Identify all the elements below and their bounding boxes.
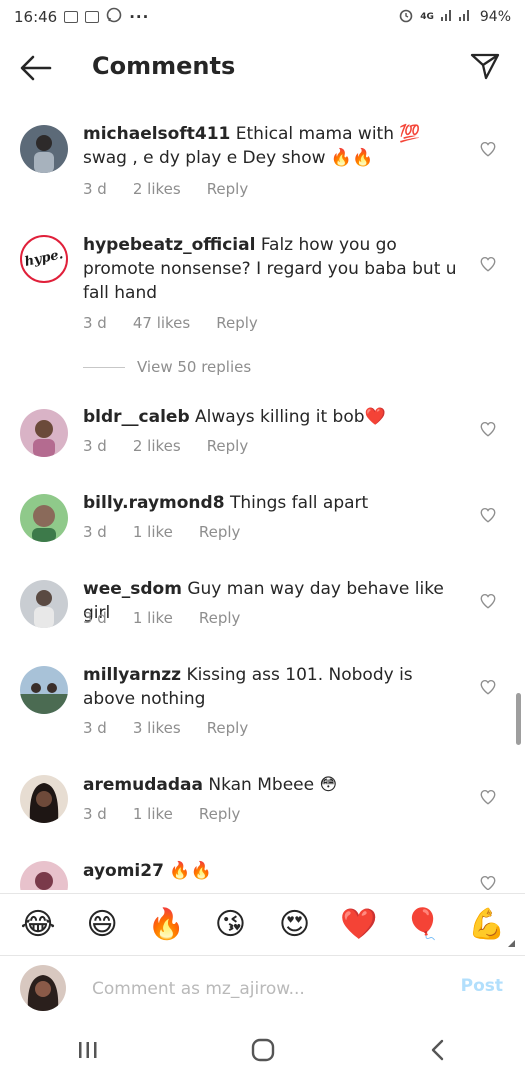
comment-text: Things fall apart xyxy=(229,493,369,513)
view-replies-link[interactable]: View 50 replies xyxy=(83,358,251,376)
status-bar: 16:46 ··· 4G 94% xyxy=(0,0,525,34)
comment-likes[interactable]: 1 like xyxy=(133,523,173,541)
comment-time: 3 d xyxy=(83,437,107,455)
comment-time: 3 d xyxy=(83,609,107,627)
corner-indicator-icon xyxy=(508,940,515,947)
comment-username[interactable]: millyarnzz xyxy=(83,665,181,685)
back-arrow-icon xyxy=(20,55,52,81)
emoji-heart-eyes[interactable]: 😍 xyxy=(275,907,315,942)
scrollbar[interactable] xyxy=(516,693,521,745)
battery-level: 94% xyxy=(479,9,511,25)
emoji-grinning[interactable]: 😄 xyxy=(82,907,122,942)
emoji-fire[interactable]: 🔥 xyxy=(146,907,186,942)
comment-username[interactable]: ayomi27 xyxy=(83,861,164,881)
network-type: 4G xyxy=(420,12,434,22)
like-heart-icon[interactable] xyxy=(479,140,497,158)
comment-username[interactable]: wee_sdom xyxy=(83,579,182,599)
like-heart-icon[interactable] xyxy=(479,255,497,273)
comment-likes[interactable]: 3 likes xyxy=(133,719,181,737)
emoji-kiss[interactable]: 😘 xyxy=(210,907,250,942)
view-replies-label: View 50 replies xyxy=(137,358,252,376)
avatar[interactable] xyxy=(20,666,68,714)
comment-username[interactable]: hypebeatz_official xyxy=(83,235,255,255)
alarm-icon xyxy=(398,7,414,27)
comment-time: 3 d xyxy=(83,180,107,198)
whatsapp-notification-icon xyxy=(106,7,122,27)
home-button[interactable] xyxy=(243,1030,283,1070)
reply-button[interactable]: Reply xyxy=(207,180,249,198)
recent-apps-button[interactable] xyxy=(68,1030,108,1070)
emoji-laughing-tears[interactable]: 😂 xyxy=(18,907,58,942)
comment-input[interactable] xyxy=(92,976,422,1002)
like-heart-icon[interactable] xyxy=(479,420,497,438)
system-navigation-bar xyxy=(0,1020,525,1080)
image-notification-icon xyxy=(85,11,100,23)
reply-button[interactable]: Reply xyxy=(199,609,241,627)
reply-button[interactable]: Reply xyxy=(207,437,249,455)
comment-likes[interactable]: 2 likes xyxy=(133,180,181,198)
like-heart-icon[interactable] xyxy=(479,506,497,524)
comment-username[interactable]: michaelsoft411 xyxy=(83,124,230,144)
comment-time: 3 d xyxy=(83,719,107,737)
header: Comments xyxy=(0,34,525,104)
like-heart-icon[interactable] xyxy=(479,592,497,610)
comment-composer: Post xyxy=(0,955,525,1020)
reply-button[interactable]: Reply xyxy=(199,805,241,823)
home-icon xyxy=(251,1038,274,1062)
reply-button[interactable]: Reply xyxy=(199,523,241,541)
current-user-avatar xyxy=(20,965,66,1011)
like-heart-icon[interactable] xyxy=(479,874,497,890)
avatar[interactable] xyxy=(20,861,68,890)
comment-time: 3 d xyxy=(83,523,107,541)
comment-text: Nkan Mbeee 😳 xyxy=(208,775,338,795)
back-nav-button[interactable] xyxy=(418,1030,458,1070)
emoji-balloon[interactable]: 🎈 xyxy=(403,907,443,942)
post-button[interactable]: Post xyxy=(461,976,503,996)
comments-list[interactable]: michaelsoft411 Ethical mama with 💯 swag … xyxy=(0,108,525,890)
like-heart-icon[interactable] xyxy=(479,788,497,806)
send-icon xyxy=(470,53,500,80)
status-time: 16:46 xyxy=(14,8,58,26)
gallery-notification-icon xyxy=(64,11,79,23)
hype-logo: hype. xyxy=(23,247,65,270)
quick-emoji-bar: 😂 😄 🔥 😘 😍 ❤️ 🎈 💪 xyxy=(0,893,525,955)
avatar[interactable]: hype. xyxy=(20,235,68,283)
comment-text: Always killing it bob❤️ xyxy=(195,407,386,427)
avatar[interactable] xyxy=(20,125,68,173)
recent-apps-icon xyxy=(78,1042,96,1058)
comment-time: 3 d xyxy=(83,314,107,332)
emoji-flexed-bicep[interactable]: 💪 xyxy=(467,907,507,942)
comment-text: 🔥🔥 xyxy=(169,861,212,881)
comment-username[interactable]: aremudadaa xyxy=(83,775,203,795)
divider-line xyxy=(83,366,125,368)
comment-likes[interactable]: 1 like xyxy=(133,805,173,823)
avatar[interactable] xyxy=(20,494,68,542)
reply-button[interactable]: Reply xyxy=(207,719,249,737)
back-button[interactable] xyxy=(18,52,54,84)
reply-button[interactable]: Reply xyxy=(216,314,258,332)
comment-likes[interactable]: 1 like xyxy=(133,609,173,627)
share-button[interactable] xyxy=(469,50,501,82)
more-notifications-indicator: ··· xyxy=(129,8,150,26)
avatar[interactable] xyxy=(20,409,68,457)
comment-username[interactable]: bldr__caleb xyxy=(83,407,190,427)
signal-icon xyxy=(440,8,474,26)
comment-likes[interactable]: 2 likes xyxy=(133,437,181,455)
avatar[interactable] xyxy=(20,580,68,628)
like-heart-icon[interactable] xyxy=(479,678,497,696)
comment-likes[interactable]: 47 likes xyxy=(133,314,190,332)
emoji-red-heart[interactable]: ❤️ xyxy=(339,907,379,942)
avatar[interactable] xyxy=(20,775,68,823)
page-title: Comments xyxy=(92,52,236,80)
comment-username[interactable]: billy.raymond8 xyxy=(83,493,225,513)
comment-time: 3 d xyxy=(83,805,107,823)
chevron-left-icon xyxy=(431,1039,443,1061)
